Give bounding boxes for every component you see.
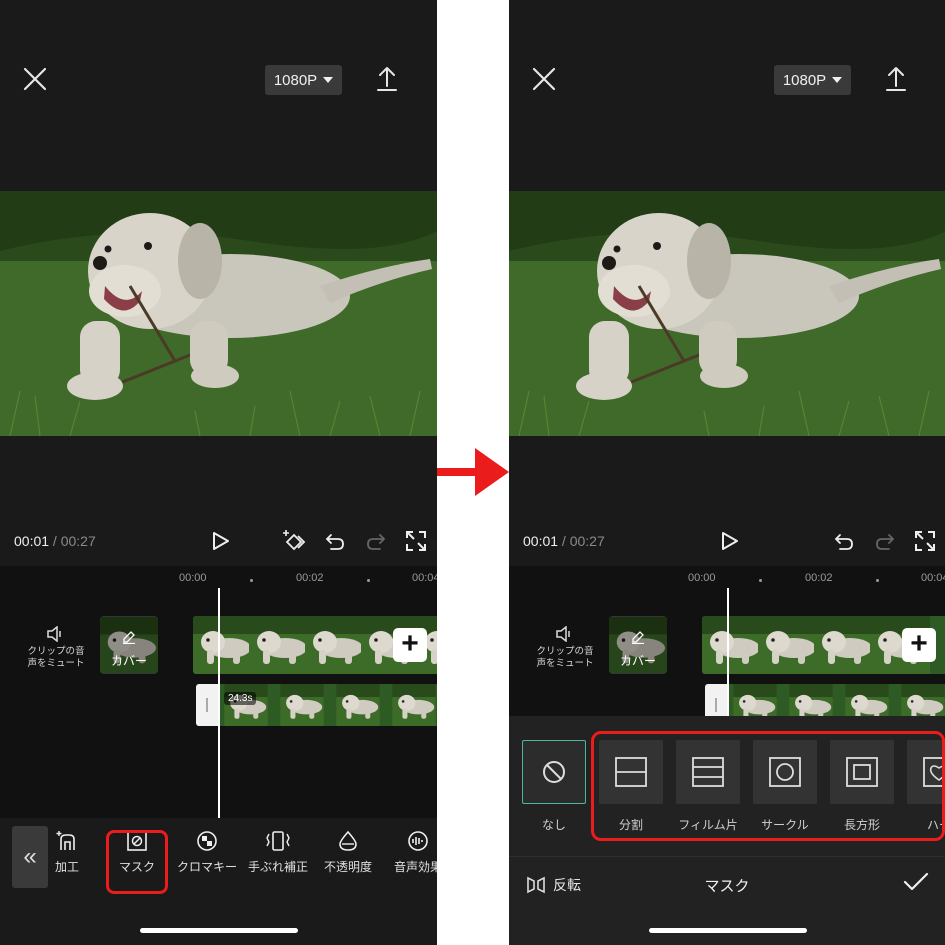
mask-highlight-box <box>106 830 168 894</box>
trim-handle[interactable] <box>196 684 218 726</box>
mute-label-line-1: クリップの音 <box>27 646 85 657</box>
editor-screen-after: 1080P 00:01 / 00:27 00:00 00:02 00:0 クリッ… <box>509 0 945 945</box>
tool-label: 手ぶれ補正 <box>247 860 308 874</box>
time-ruler: 00:00 00:02 00:04 <box>509 572 945 588</box>
time-separator: / <box>49 533 61 549</box>
redo-icon[interactable] <box>873 529 897 553</box>
tool-label: クロマキー <box>176 860 237 874</box>
play-icon[interactable] <box>717 529 741 553</box>
ruler-tick-label: 00:02 <box>296 572 324 584</box>
resolution-button[interactable]: 1080P <box>265 65 342 95</box>
stabilize-icon <box>266 831 290 851</box>
mask-footer: 反転 マスク <box>509 856 945 917</box>
export-icon[interactable] <box>885 66 907 92</box>
cover-button[interactable]: カバー <box>100 616 158 674</box>
close-icon[interactable] <box>531 66 557 92</box>
chevron-down-icon <box>323 77 334 83</box>
mute-label-line-1: クリップの音 <box>536 646 594 657</box>
ruler-dot <box>759 579 762 582</box>
cover-label: カバー <box>619 654 656 668</box>
home-indicator <box>140 928 298 933</box>
dog-video-frame <box>509 191 945 436</box>
video-preview[interactable] <box>509 191 945 436</box>
play-icon[interactable] <box>208 529 232 553</box>
resolution-label: 1080P <box>782 71 827 89</box>
voice-effect-icon <box>408 831 428 851</box>
overlay-clip-track[interactable]: 24.3s <box>196 684 437 726</box>
clip-duration: 24.3s <box>224 692 257 705</box>
speaker-icon <box>556 626 570 642</box>
ruler-tick-label: 00:04 <box>921 572 945 584</box>
keyframe-add-icon[interactable] <box>282 529 306 553</box>
mask-panel: なし 分割 フィルム片 サークル 長方形 ハー 反転 マスク <box>509 716 945 945</box>
transport-bar: 00:01 / 00:27 <box>509 525 945 559</box>
undo-icon[interactable] <box>323 529 347 553</box>
editor-screen-before: 1080P 00:01 / 00:27 00:00 00:02 00:04 クリ… <box>0 0 437 945</box>
home-indicator <box>649 928 807 933</box>
ruler-dot <box>876 579 879 582</box>
resolution-button[interactable]: 1080P <box>774 65 851 95</box>
playhead[interactable] <box>218 588 220 818</box>
none-icon <box>543 761 565 783</box>
close-icon[interactable] <box>22 66 48 92</box>
overlay-thumbnails <box>224 684 436 726</box>
edit-icon <box>56 831 75 850</box>
tool-label: 加工 <box>54 860 79 874</box>
mute-label-line-2: 声をミュート <box>536 658 594 669</box>
ruler-tick-label: 00:02 <box>805 572 833 584</box>
add-clip-button[interactable]: + <box>902 628 936 662</box>
ruler-tick-label: 00:00 <box>688 572 716 584</box>
mute-clip-audio-button[interactable]: クリップの音 声をミュート <box>22 626 90 670</box>
ruler-dot <box>250 579 253 582</box>
timeline[interactable]: 00:00 00:02 00:04 クリップの音 声をミュート カバー <box>0 566 437 818</box>
tool-chroma-key[interactable]: クロマキー <box>174 830 240 875</box>
time-ruler: 00:00 00:02 00:04 <box>0 572 437 588</box>
pencil-icon <box>123 631 135 644</box>
mask-options-highlight-box <box>591 731 945 841</box>
undo-icon[interactable] <box>832 529 856 553</box>
top-bar: 1080P <box>0 0 437 160</box>
opacity-icon <box>339 830 357 851</box>
playback-time: 00:01 / 00:27 <box>14 533 96 549</box>
ruler-tick-label: 00:04 <box>412 572 437 584</box>
current-time: 00:01 <box>523 533 559 549</box>
tool-voice-effect[interactable]: 音声効果 <box>385 830 437 875</box>
ruler-dot <box>367 579 370 582</box>
transition-arrow-icon <box>437 448 509 496</box>
mask-option-label: なし <box>541 818 566 832</box>
transport-bar: 00:01 / 00:27 <box>0 525 437 559</box>
fullscreen-icon[interactable] <box>404 529 428 553</box>
tool-opacity[interactable]: 不透明度 <box>315 830 381 875</box>
tool-label: 音声効果 <box>393 860 437 874</box>
dog-video-frame <box>0 191 437 436</box>
tool-label: 不透明度 <box>323 860 372 874</box>
time-separator: / <box>558 533 570 549</box>
ruler-tick-label: 00:00 <box>179 572 207 584</box>
fullscreen-icon[interactable] <box>913 529 937 553</box>
add-clip-button[interactable]: + <box>393 628 427 662</box>
pencil-icon <box>632 631 644 644</box>
mask-option-none[interactable]: なし <box>521 740 587 833</box>
video-preview[interactable] <box>0 191 437 436</box>
chroma-key-icon <box>197 831 217 851</box>
export-icon[interactable] <box>376 66 398 92</box>
redo-icon[interactable] <box>364 529 388 553</box>
cover-label: カバー <box>110 654 147 668</box>
total-time: 00:27 <box>569 533 605 549</box>
resolution-label: 1080P <box>273 71 318 89</box>
tool-edit[interactable]: 加工 <box>34 830 100 875</box>
cover-button[interactable]: カバー <box>609 616 667 674</box>
mute-label-line-2: 声をミュート <box>27 658 85 669</box>
speaker-icon <box>47 626 61 642</box>
checkmark-icon[interactable] <box>903 871 929 893</box>
mask-panel-title: マスク <box>704 878 750 895</box>
total-time: 00:27 <box>60 533 96 549</box>
playback-time: 00:01 / 00:27 <box>523 533 605 549</box>
mute-clip-audio-button[interactable]: クリップの音 声をミュート <box>531 626 599 670</box>
edit-toolbar: « 加工 マスク クロマキー 手ぶれ補正 不透明度 音声効果 <box>0 818 437 945</box>
top-bar: 1080P <box>509 0 945 160</box>
current-time: 00:01 <box>14 533 50 549</box>
tool-stabilize[interactable]: 手ぶれ補正 <box>245 830 311 875</box>
chevron-down-icon <box>832 77 843 83</box>
